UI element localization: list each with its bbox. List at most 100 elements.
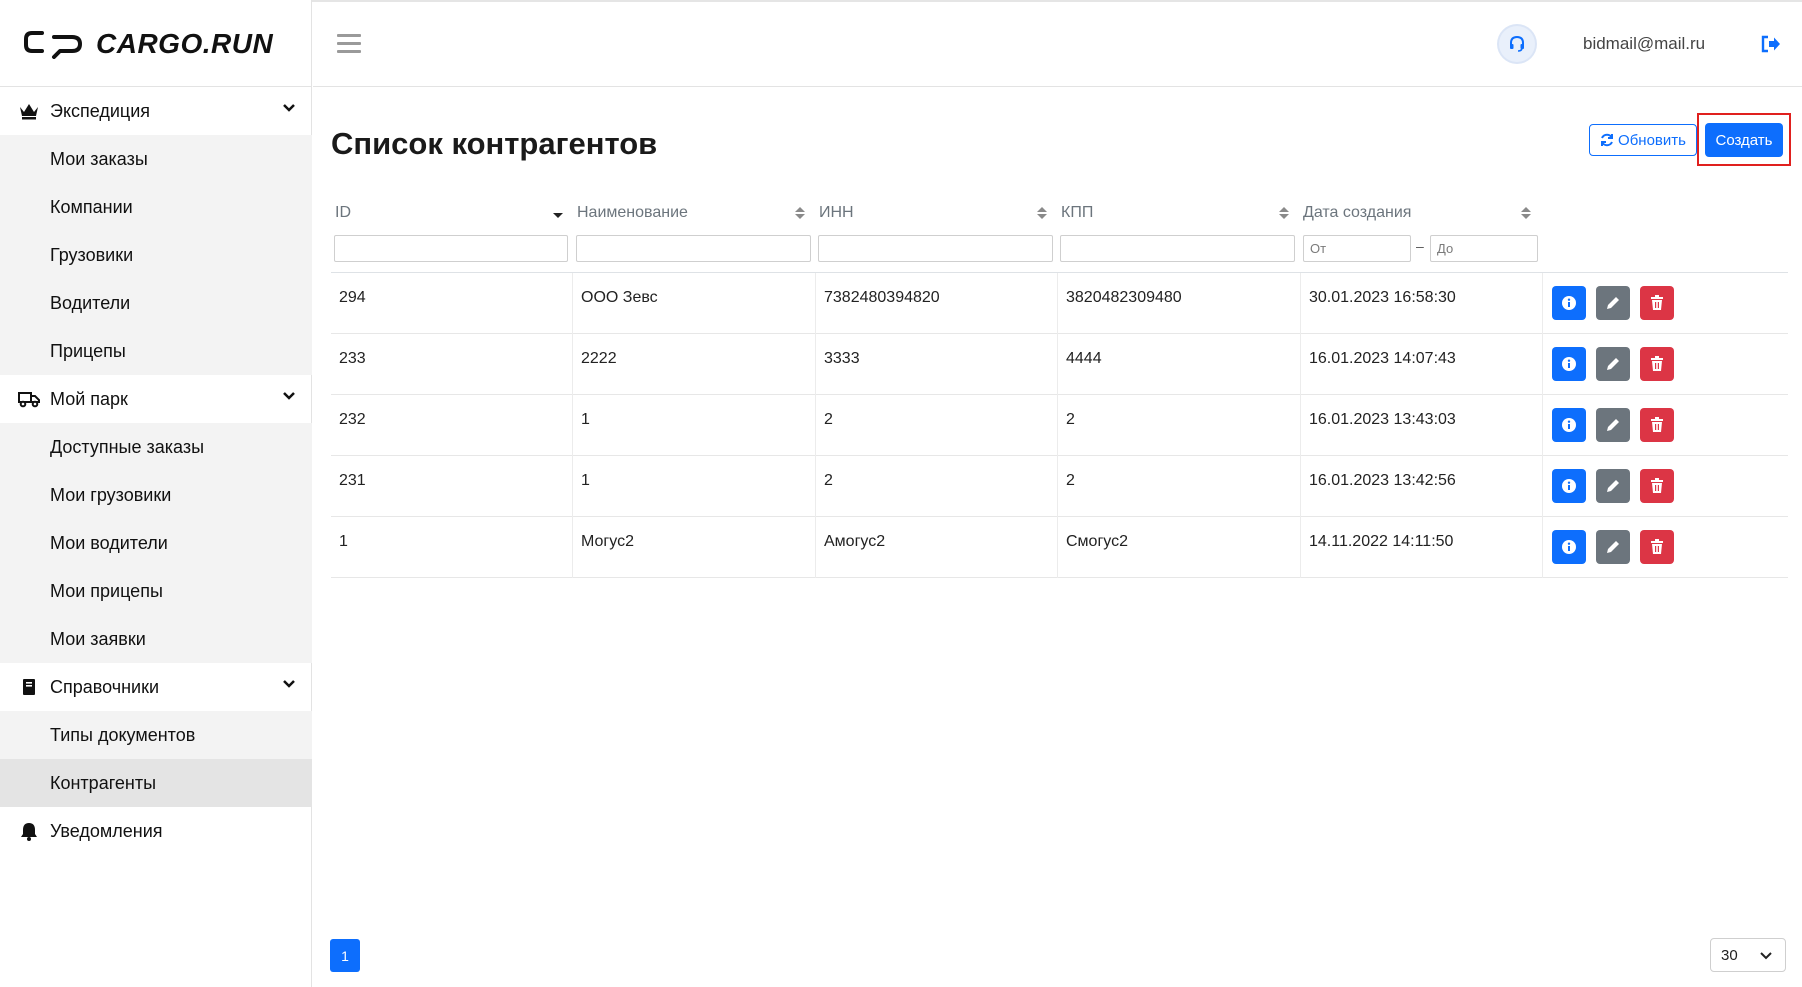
filter-name-input[interactable] <box>576 235 811 262</box>
sidebar-group-my-fleet[interactable]: Мой парк <box>0 375 312 423</box>
info-icon <box>1562 357 1576 371</box>
sidebar-item-counterparties[interactable]: Контрагенты <box>0 759 312 807</box>
create-button[interactable]: Создать <box>1705 123 1783 157</box>
sort-icon <box>1279 207 1289 219</box>
sidebar-group-references[interactable]: Справочники <box>0 663 312 711</box>
sidebar-item-companies[interactable]: Компании <box>0 183 312 231</box>
sidebar: CARGO.RUN Экспедиция Мои заказы Компании… <box>0 0 312 987</box>
column-label: ID <box>335 204 351 221</box>
info-button[interactable] <box>1552 530 1586 564</box>
row-actions <box>1552 286 1674 320</box>
refresh-icon <box>1601 133 1614 147</box>
column-label: КПП <box>1061 204 1094 221</box>
sidebar-group-label: Уведомления <box>50 820 163 841</box>
pagination-page-button[interactable]: 1 <box>330 939 360 972</box>
delete-button[interactable] <box>1640 469 1674 503</box>
sidebar-item-my-drivers[interactable]: Мои водители <box>0 519 312 567</box>
date-range-separator: – <box>1416 238 1424 254</box>
edit-button[interactable] <box>1596 286 1630 320</box>
sidebar-item-my-requests[interactable]: Мои заявки <box>0 615 312 663</box>
sidebar-item-available-orders[interactable]: Доступные заказы <box>0 423 312 471</box>
sort-icon <box>795 207 805 219</box>
cell-kpp: 2 <box>1058 395 1301 456</box>
cell-kpp: 2 <box>1058 456 1301 517</box>
column-header-kpp[interactable]: КПП <box>1061 204 1295 222</box>
info-button[interactable] <box>1552 408 1586 442</box>
table-row: 232 1 2 2 16.01.2023 13:43:03 <box>331 395 1788 456</box>
cell-created-date: 16.01.2023 13:42:56 <box>1301 456 1543 517</box>
sort-icon <box>1521 207 1531 219</box>
delete-button[interactable] <box>1640 347 1674 381</box>
sidebar-item-document-types[interactable]: Типы документов <box>0 711 312 759</box>
sidebar-item-drivers[interactable]: Водители <box>0 279 312 327</box>
sort-desc-icon <box>553 213 563 218</box>
top-header: bidmail@mail.ru <box>313 2 1802 87</box>
column-header-inn[interactable]: ИНН <box>819 204 1053 222</box>
sidebar-item-my-trailers[interactable]: Мои прицепы <box>0 567 312 615</box>
chevron-down-icon <box>1760 952 1772 960</box>
filter-id-input[interactable] <box>334 235 568 262</box>
sidebar-item-my-orders[interactable]: Мои заказы <box>0 135 312 183</box>
sidebar-item-trucks[interactable]: Грузовики <box>0 231 312 279</box>
delete-button[interactable] <box>1640 408 1674 442</box>
sidebar-item-trailers[interactable]: Прицепы <box>0 327 312 375</box>
logo[interactable]: CARGO.RUN <box>24 24 273 64</box>
column-header-created-date[interactable]: Дата создания <box>1303 204 1537 222</box>
book-icon <box>18 676 40 698</box>
sidebar-group-expedition[interactable]: Экспедиция <box>0 87 312 135</box>
sidebar-menu: Экспедиция Мои заказы Компании Грузовики… <box>0 87 312 855</box>
menu-toggle-icon[interactable] <box>337 34 361 54</box>
sidebar-group-label: Мой парк <box>50 388 128 409</box>
cell-inn: 7382480394820 <box>816 273 1058 334</box>
cell-name: 2222 <box>573 334 816 395</box>
sidebar-group-label: Справочники <box>50 676 160 697</box>
column-header-id[interactable]: ID <box>335 204 569 222</box>
filter-date-to-input[interactable] <box>1430 235 1538 262</box>
sidebar-group-notifications[interactable]: Уведомления <box>0 807 312 855</box>
row-actions <box>1552 408 1674 442</box>
pencil-icon <box>1607 541 1619 553</box>
info-icon <box>1562 540 1576 554</box>
edit-button[interactable] <box>1596 469 1630 503</box>
row-actions <box>1552 530 1674 564</box>
table-row: 294 ООО Зевс 7382480394820 3820482309480… <box>331 273 1788 334</box>
cell-inn: 2 <box>816 456 1058 517</box>
user-email[interactable]: bidmail@mail.ru <box>1583 34 1705 54</box>
support-headset-icon[interactable] <box>1499 26 1535 62</box>
cell-created-date: 16.01.2023 14:07:43 <box>1301 334 1543 395</box>
sort-icon <box>1037 207 1047 219</box>
logo-text: CARGO.RUN <box>96 28 274 59</box>
refresh-button[interactable]: Обновить <box>1589 124 1697 156</box>
info-icon <box>1562 418 1576 432</box>
cell-inn: 3333 <box>816 334 1058 395</box>
cargo-logo-icon <box>24 31 82 59</box>
cell-created-date: 16.01.2023 13:43:03 <box>1301 395 1543 456</box>
delete-button[interactable] <box>1640 286 1674 320</box>
sidebar-item-my-trucks[interactable]: Мои грузовики <box>0 471 312 519</box>
page: CARGO.RUN Экспедиция Мои заказы Компании… <box>0 0 1802 987</box>
info-button[interactable] <box>1552 347 1586 381</box>
logout-icon[interactable] <box>1761 35 1781 58</box>
sidebar-group-label: Экспедиция <box>50 100 151 121</box>
info-button[interactable] <box>1552 286 1586 320</box>
cell-inn: 2 <box>816 395 1058 456</box>
filter-kpp-input[interactable] <box>1060 235 1295 262</box>
edit-button[interactable] <box>1596 347 1630 381</box>
edit-button[interactable] <box>1596 530 1630 564</box>
truck-icon <box>18 388 40 410</box>
pencil-icon <box>1607 480 1619 492</box>
cell-id: 231 <box>331 456 573 517</box>
filter-inn-input[interactable] <box>818 235 1053 262</box>
cell-id: 232 <box>331 395 573 456</box>
cell-name: 1 <box>573 395 816 456</box>
trash-icon <box>1651 356 1663 371</box>
chevron-down-icon <box>283 104 295 112</box>
edit-button[interactable] <box>1596 408 1630 442</box>
cell-id: 233 <box>331 334 573 395</box>
filter-date-from-input[interactable] <box>1303 235 1411 262</box>
info-button[interactable] <box>1552 469 1586 503</box>
page-size-select[interactable]: 30 <box>1710 938 1786 972</box>
row-actions <box>1552 347 1674 381</box>
column-header-name[interactable]: Наименование <box>577 204 811 222</box>
delete-button[interactable] <box>1640 530 1674 564</box>
